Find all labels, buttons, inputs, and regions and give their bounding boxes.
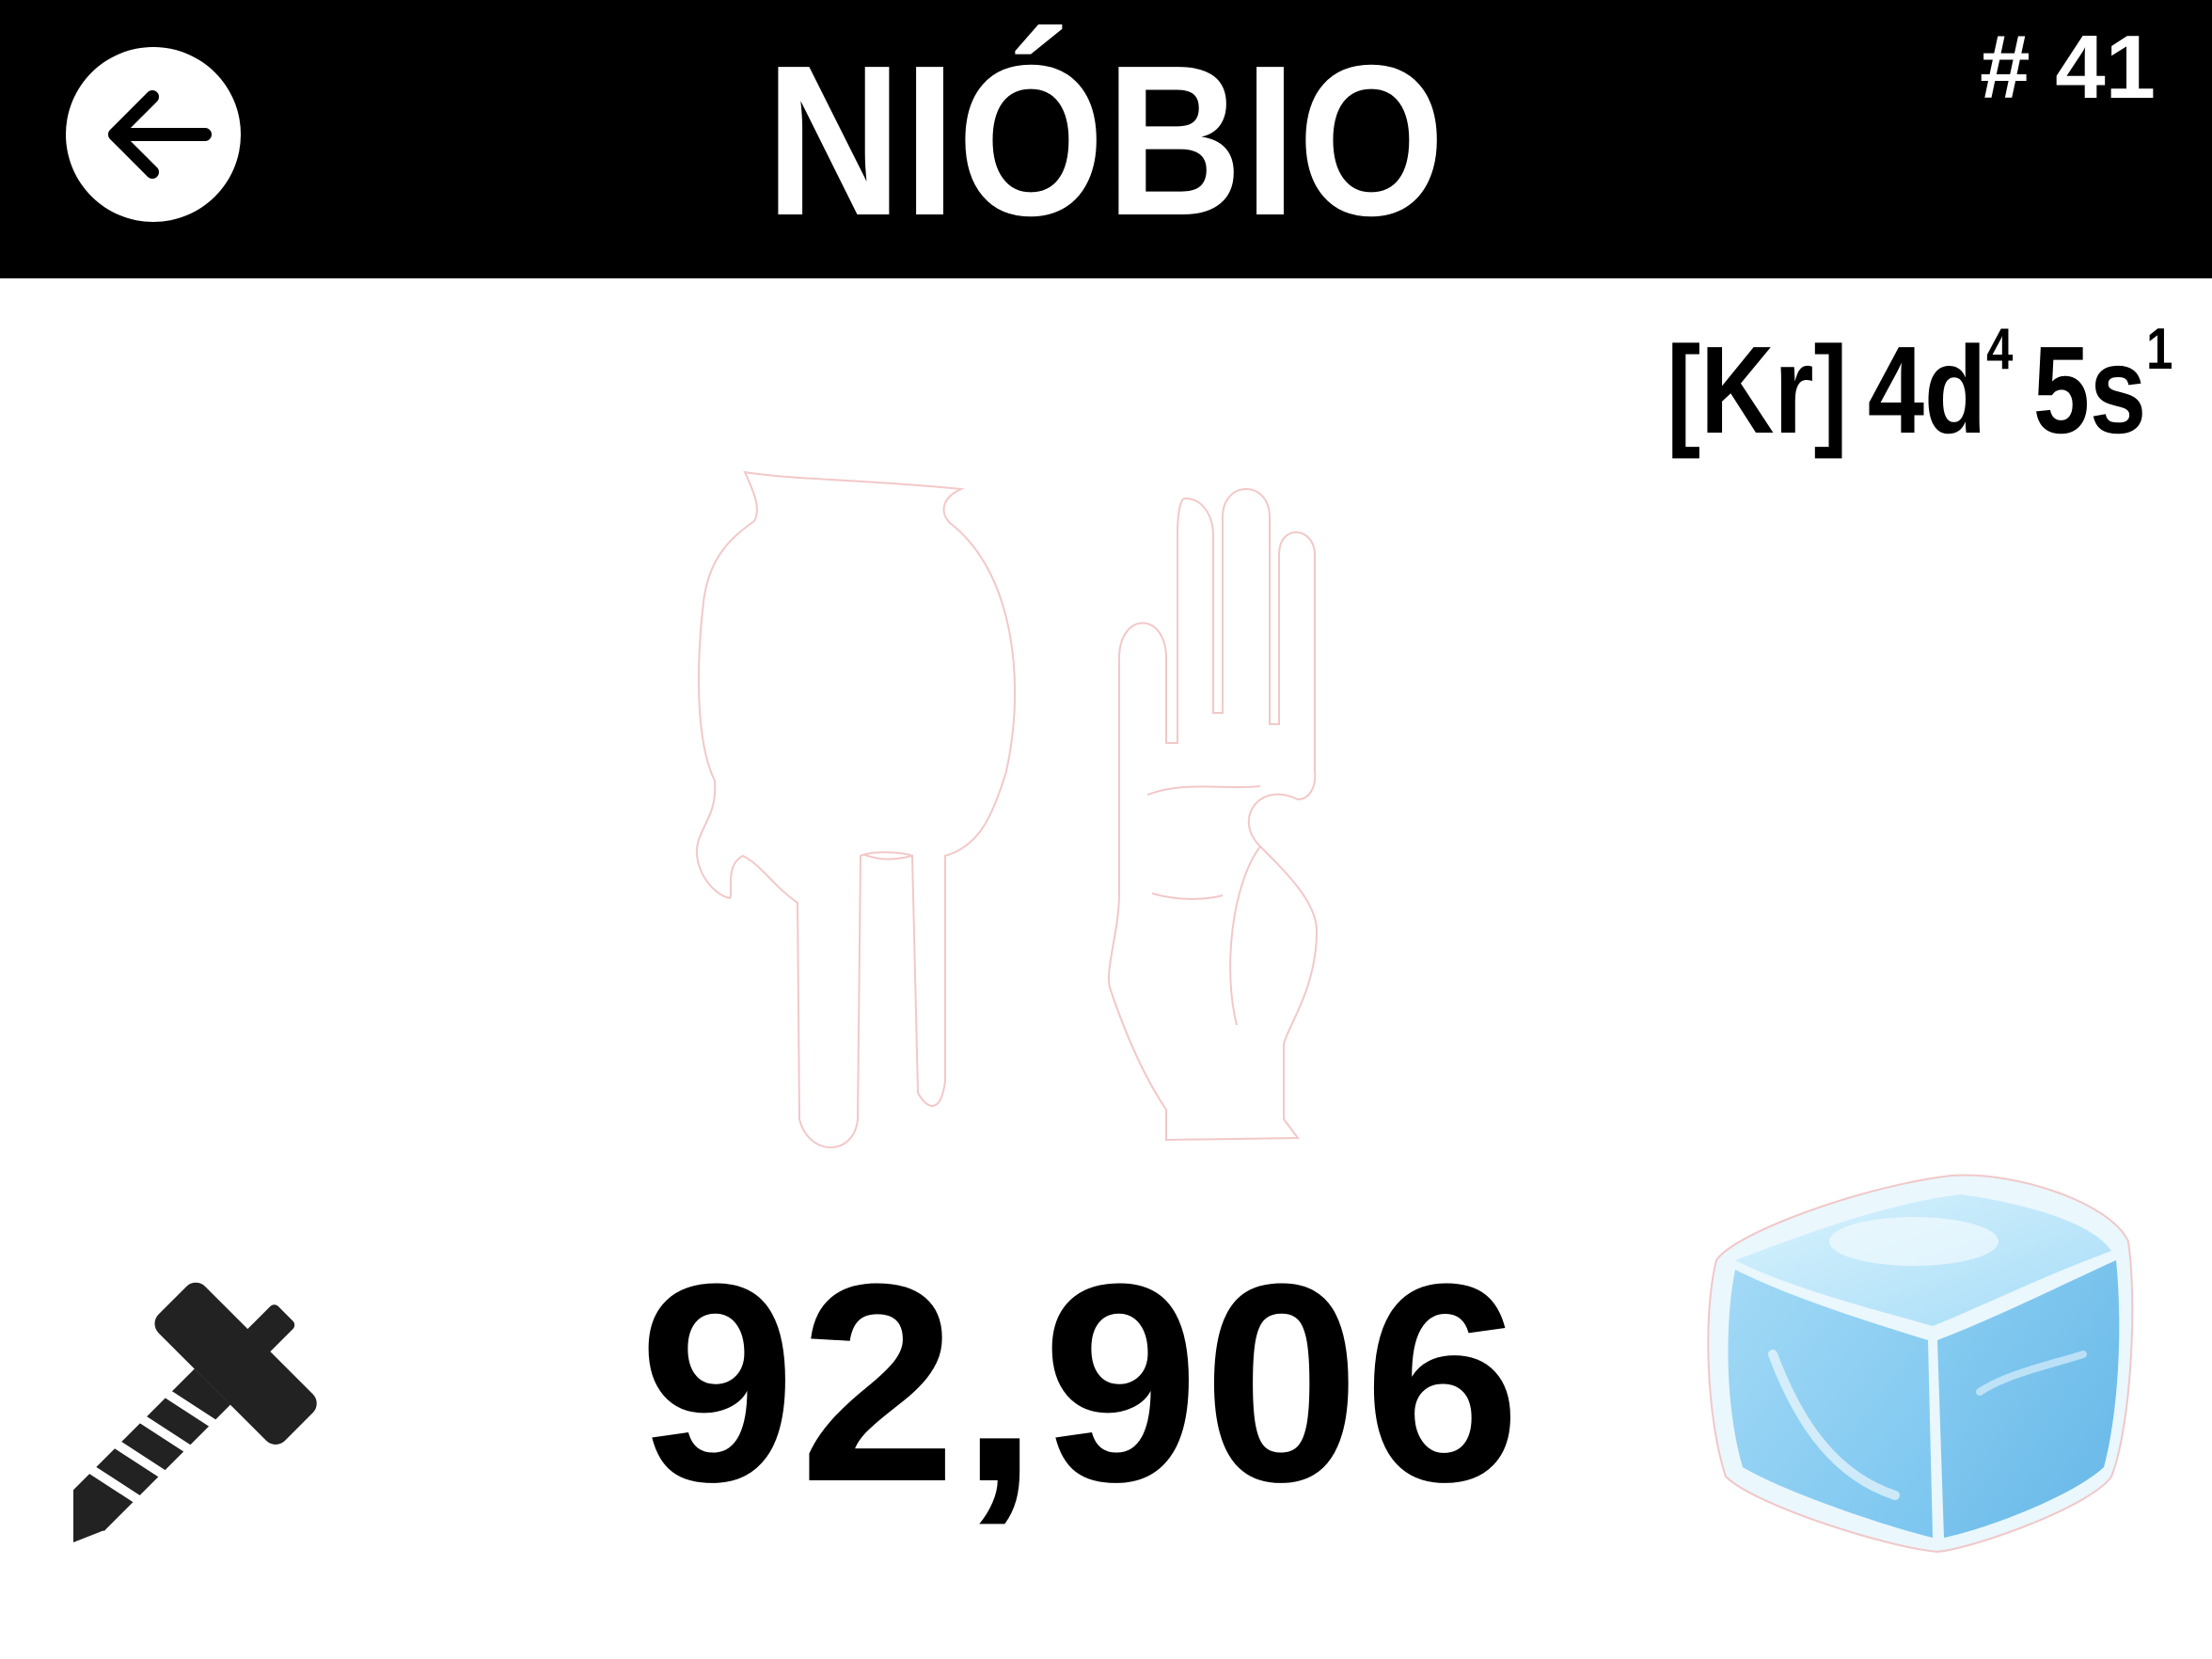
orbital-label: 4d [1867, 321, 1986, 459]
orbital-electrons: 1 [2145, 317, 2172, 382]
element-card-screen: NIÓBIO # 41 [Kr] 4d4 5s1 92,906 [0, 0, 2212, 1659]
hand-signs [695, 470, 1319, 1148]
electron-configuration: [Kr] 4d4 5s1 [1646, 317, 2172, 470]
orbital-label: 5s [2032, 321, 2146, 459]
hand-pointing-down-icon [695, 470, 1017, 1148]
orbital-electrons: 4 [1985, 317, 2014, 382]
config-core: [Kr] [1666, 321, 1848, 459]
atomic-mass: 92,906 [639, 1224, 1525, 1540]
element-name: NIÓBIO [766, 22, 1446, 261]
ice-cube-icon [1707, 1174, 2134, 1554]
config-orbital-1: 4d4 [1867, 317, 2014, 461]
atomic-number: # 41 [1980, 23, 2156, 113]
config-orbital-2: 5s1 [2032, 317, 2172, 461]
hand-three-fingers-icon [1108, 488, 1319, 1142]
atomic-number-text: # 41 [1980, 17, 2156, 118]
header-bar: NIÓBIO # 41 [0, 0, 2212, 278]
screw-icon [73, 1282, 317, 1554]
